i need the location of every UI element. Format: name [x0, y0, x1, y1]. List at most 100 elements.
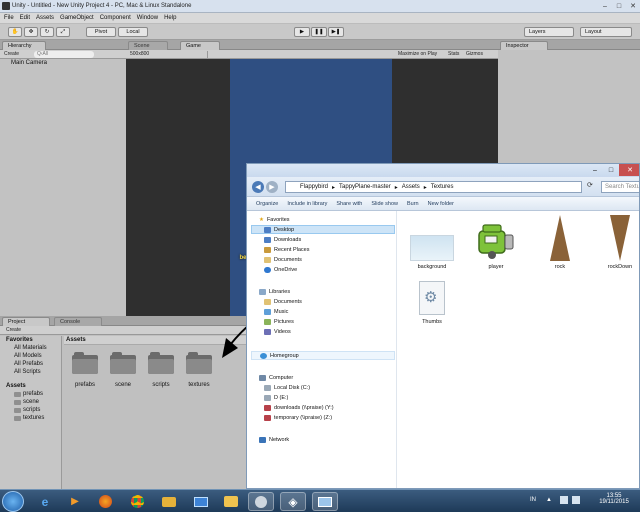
- menu-edit[interactable]: Edit: [20, 15, 30, 21]
- menu-assets[interactable]: Assets: [36, 15, 54, 21]
- nav-drive-y[interactable]: downloads (\\praise) (Y:): [264, 403, 334, 412]
- breadcrumb-tappyplane[interactable]: TappyPlane-master: [339, 184, 391, 190]
- taskbar-steam-icon[interactable]: [248, 492, 274, 511]
- clock[interactable]: 13:55 19/11/2015: [594, 493, 634, 505]
- nav-documents-fav[interactable]: Documents: [264, 255, 302, 264]
- layout-dropdown[interactable]: Layout: [580, 27, 632, 37]
- nav-drive-e[interactable]: D (E:): [264, 393, 288, 402]
- tree-all-scripts[interactable]: All Scripts: [14, 369, 41, 375]
- organize-button[interactable]: Organize: [256, 201, 278, 207]
- project-create-dropdown[interactable]: Create: [6, 327, 21, 334]
- nav-homegroup[interactable]: Homegroup: [251, 351, 395, 360]
- nav-onedrive[interactable]: OneDrive: [264, 265, 297, 274]
- folder-prefabs[interactable]: prefabs: [72, 352, 100, 390]
- nav-documents[interactable]: Documents: [264, 297, 302, 306]
- refresh-icon[interactable]: ⟳: [587, 181, 599, 193]
- maximize-on-play-toggle[interactable]: Maximize on Play: [398, 51, 437, 58]
- burn-button[interactable]: Burn: [407, 201, 419, 207]
- breadcrumb-textures[interactable]: Textures: [431, 184, 454, 190]
- nav-recent-places[interactable]: Recent Places: [264, 245, 309, 254]
- tab-hierarchy[interactable]: Hierarchy: [2, 41, 46, 50]
- taskbar-chrome-icon[interactable]: [124, 492, 150, 511]
- nav-downloads[interactable]: Downloads: [264, 235, 301, 244]
- tree-all-models[interactable]: All Models: [14, 353, 42, 359]
- tree-favorites[interactable]: Favorites: [6, 337, 33, 343]
- network-tray-icon[interactable]: [560, 496, 568, 504]
- tab-game[interactable]: Game: [180, 41, 220, 50]
- nav-music[interactable]: Music: [264, 307, 288, 316]
- stats-toggle[interactable]: Stats: [448, 51, 459, 58]
- menu-window[interactable]: Window: [137, 15, 158, 21]
- hierarchy-item-main-camera[interactable]: Main Camera: [11, 60, 47, 66]
- tree-prefabs[interactable]: prefabs: [23, 391, 43, 397]
- nav-drive-c[interactable]: Local Disk (C:): [264, 383, 310, 392]
- include-in-library-button[interactable]: Include in library: [287, 201, 327, 207]
- pause-button[interactable]: ❚❚: [311, 27, 327, 37]
- tree-all-prefabs[interactable]: All Prefabs: [14, 361, 43, 367]
- maximize-icon[interactable]: □: [603, 164, 619, 176]
- gizmos-toggle[interactable]: Gizmos: [466, 51, 483, 58]
- start-button[interactable]: [2, 491, 24, 512]
- minimize-icon[interactable]: –: [598, 0, 612, 12]
- menu-gameobject[interactable]: GameObject: [60, 15, 94, 21]
- nav-videos[interactable]: Videos: [264, 327, 291, 336]
- hierarchy-search-input[interactable]: Q‹All: [34, 51, 94, 58]
- folder-scripts[interactable]: scripts: [148, 352, 176, 390]
- taskbar-explorer-icon[interactable]: [218, 492, 244, 511]
- menu-help[interactable]: Help: [164, 15, 176, 21]
- nav-desktop[interactable]: Desktop: [251, 225, 395, 234]
- nav-drive-z[interactable]: temporary (\\praise) (Z:): [264, 413, 332, 422]
- maximize-icon[interactable]: □: [612, 0, 626, 12]
- share-with-button[interactable]: Share with: [336, 201, 362, 207]
- back-arrow-icon[interactable]: ◀: [252, 181, 264, 193]
- forward-arrow-icon[interactable]: ▶: [266, 181, 278, 193]
- local-toggle[interactable]: Local: [118, 27, 148, 37]
- file-background[interactable]: background: [405, 229, 459, 273]
- step-button[interactable]: ▶❚: [328, 27, 344, 37]
- volume-icon[interactable]: [572, 496, 580, 504]
- minimize-icon[interactable]: –: [587, 164, 603, 176]
- tray-chevron-icon[interactable]: ▲: [546, 497, 552, 503]
- taskbar-ie-icon[interactable]: e: [32, 492, 58, 511]
- rotate-tool-icon[interactable]: ↻: [40, 27, 54, 37]
- layers-dropdown[interactable]: Layers: [524, 27, 574, 37]
- taskbar-app-icon[interactable]: [188, 492, 214, 511]
- scale-tool-icon[interactable]: ⤢: [56, 27, 70, 37]
- tree-all-materials[interactable]: All Materials: [14, 345, 47, 351]
- menu-component[interactable]: Component: [100, 15, 131, 21]
- tab-project[interactable]: Project: [2, 317, 50, 326]
- tab-scene[interactable]: Scene: [128, 41, 168, 50]
- resolution-dropdown[interactable]: 500x800: [130, 51, 208, 58]
- search-input[interactable]: Search Textu: [601, 181, 639, 193]
- taskbar-messenger-icon[interactable]: [156, 492, 182, 511]
- address-input[interactable]: Flappybird ▸ TappyPlane-master ▸ Assets ▸ T…: [285, 181, 582, 193]
- pivot-toggle[interactable]: Pivot: [86, 27, 116, 37]
- close-icon[interactable]: ✕: [619, 164, 639, 176]
- menu-file[interactable]: File: [4, 15, 14, 21]
- file-rock[interactable]: rock: [533, 215, 587, 273]
- file-rockdown[interactable]: rockDown: [593, 215, 639, 273]
- breadcrumb-flappybird[interactable]: Flappybird: [300, 184, 328, 190]
- tree-textures[interactable]: textures: [23, 415, 44, 421]
- move-tool-icon[interactable]: ✥: [24, 27, 38, 37]
- slide-show-button[interactable]: Slide show: [371, 201, 398, 207]
- taskbar-explorer-window-icon[interactable]: [312, 492, 338, 511]
- nav-network[interactable]: Network: [259, 435, 289, 444]
- create-dropdown[interactable]: Create: [4, 51, 19, 58]
- play-button[interactable]: ▶: [294, 27, 310, 37]
- nav-pictures[interactable]: Pictures: [264, 317, 294, 326]
- tree-scripts[interactable]: scripts: [23, 407, 40, 413]
- folder-scene[interactable]: scene: [110, 352, 138, 390]
- tree-scene[interactable]: scene: [23, 399, 39, 405]
- file-player[interactable]: player: [469, 223, 523, 273]
- language-indicator[interactable]: IN: [530, 497, 536, 503]
- file-thumbs[interactable]: ⚙ Thumbs: [405, 279, 459, 331]
- taskbar-media-icon[interactable]: ▶: [62, 492, 88, 511]
- close-icon[interactable]: ✕: [626, 0, 640, 12]
- taskbar-unity-icon[interactable]: ◈: [280, 492, 306, 511]
- taskbar-firefox-icon[interactable]: [92, 492, 118, 511]
- tab-console[interactable]: Console: [54, 317, 102, 326]
- tab-inspector[interactable]: Inspector: [500, 41, 548, 50]
- tree-assets[interactable]: Assets: [6, 383, 26, 389]
- hand-tool-icon[interactable]: ✋: [8, 27, 22, 37]
